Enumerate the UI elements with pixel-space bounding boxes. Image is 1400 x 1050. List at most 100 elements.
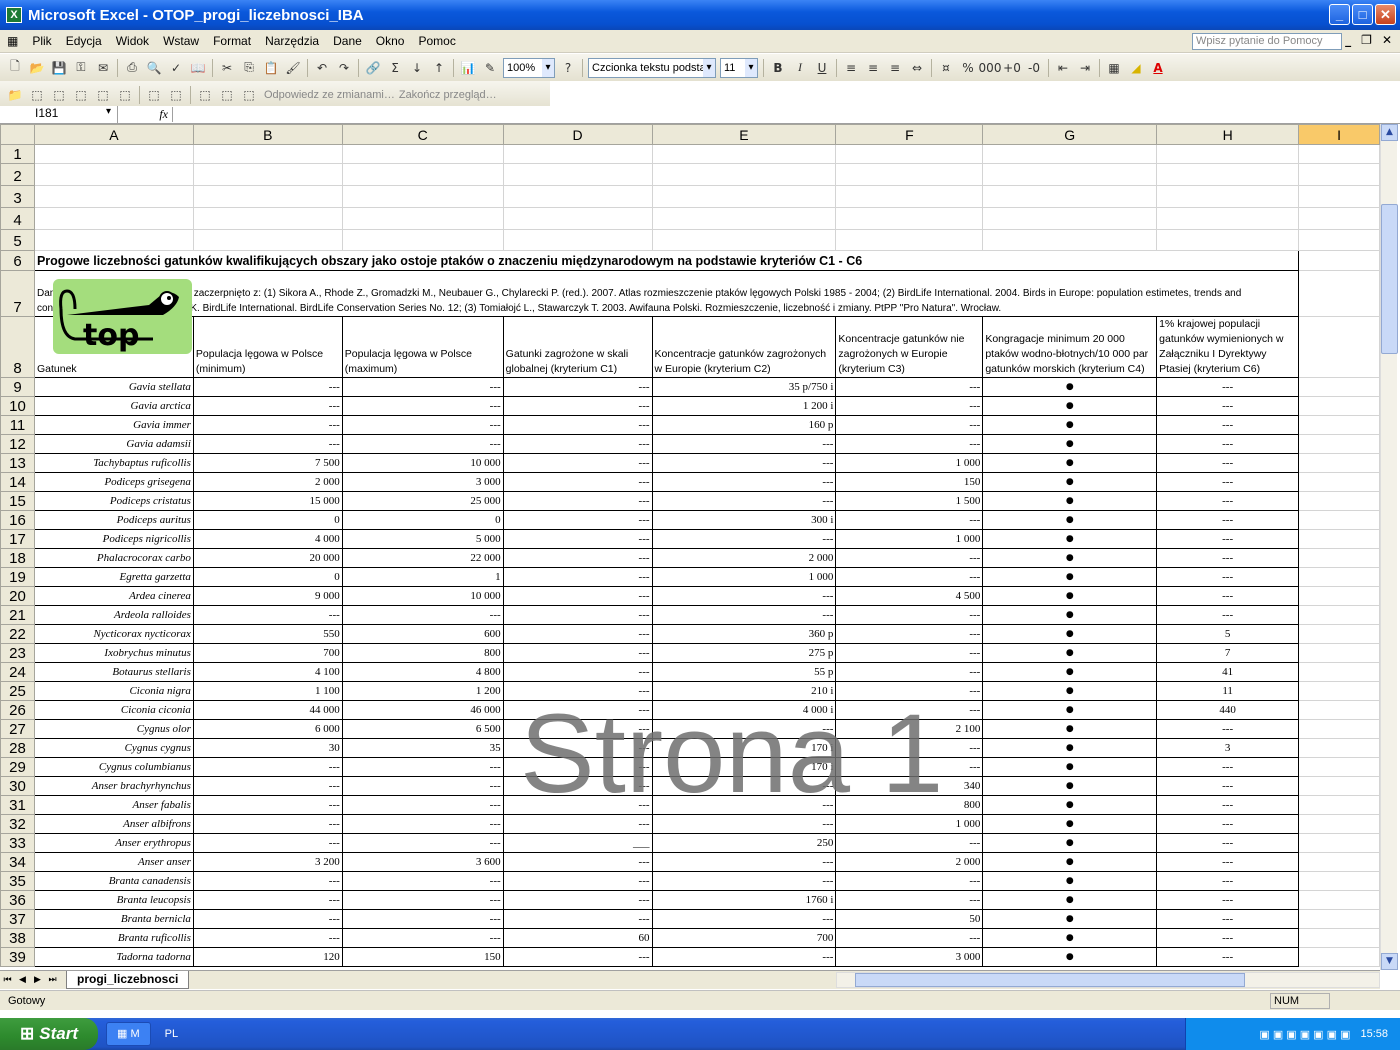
table-cell[interactable]: --- bbox=[652, 871, 837, 891]
table-cell[interactable]: 25 000 bbox=[342, 491, 504, 511]
prev-sheet-icon[interactable]: ◀ bbox=[15, 975, 30, 985]
table-cell[interactable]: --- bbox=[1156, 453, 1300, 473]
increase-indent-icon[interactable]: ⇥ bbox=[1074, 57, 1096, 79]
table-cell[interactable]: ● bbox=[982, 567, 1158, 587]
table-cell[interactable]: Phalacrocorax carbo bbox=[34, 548, 194, 568]
table-cell[interactable]: 1 000 bbox=[652, 567, 837, 587]
table-cell[interactable]: Cygnus columbianus bbox=[34, 757, 194, 777]
table-cell[interactable]: --- bbox=[342, 415, 504, 435]
table-cell[interactable]: Ardeola ralloides bbox=[34, 605, 194, 625]
table-cell[interactable]: ___ bbox=[503, 833, 653, 853]
table-cell[interactable] bbox=[1298, 624, 1380, 644]
row-header[interactable]: 19 bbox=[0, 567, 35, 587]
autosum-icon[interactable]: Σ bbox=[384, 57, 406, 79]
menu-format[interactable]: Format bbox=[206, 34, 258, 48]
worksheet-grid[interactable]: A B C D E F G H I 1 2 3 4 5 6 Progowe lic… bbox=[0, 124, 1380, 970]
research-icon[interactable]: 📖 bbox=[187, 57, 209, 79]
table-cell[interactable]: 440 bbox=[1156, 700, 1300, 720]
table-cell[interactable]: 3 000 bbox=[342, 472, 504, 492]
row-header[interactable]: 39 bbox=[0, 947, 35, 967]
email-icon[interactable]: ✉ bbox=[92, 57, 114, 79]
table-cell[interactable]: --- bbox=[1156, 947, 1300, 967]
table-cell[interactable]: --- bbox=[503, 396, 653, 416]
table-cell[interactable]: --- bbox=[835, 510, 984, 530]
table-cell[interactable]: --- bbox=[1156, 548, 1300, 568]
table-cell[interactable]: --- bbox=[835, 377, 984, 397]
table-cell[interactable]: --- bbox=[835, 928, 984, 948]
row-header[interactable]: 35 bbox=[0, 871, 35, 891]
underline-icon[interactable]: U bbox=[811, 57, 833, 79]
table-cell[interactable] bbox=[1298, 377, 1380, 397]
row-header[interactable]: 31 bbox=[0, 795, 35, 815]
vertical-scrollbar[interactable]: ▲ ▼ bbox=[1380, 124, 1398, 970]
format-painter-icon[interactable]: 🖌 bbox=[282, 57, 304, 79]
table-cell[interactable]: --- bbox=[835, 605, 984, 625]
table-cell[interactable]: --- bbox=[342, 928, 504, 948]
table-cell[interactable]: 22 000 bbox=[342, 548, 504, 568]
table-cell[interactable]: 4 000 bbox=[193, 529, 343, 549]
horizontal-scroll-thumb[interactable] bbox=[855, 973, 1245, 987]
table-cell[interactable]: --- bbox=[1156, 719, 1300, 739]
table-cell[interactable]: --- bbox=[1156, 510, 1300, 530]
table-cell[interactable]: --- bbox=[503, 377, 653, 397]
table-cell[interactable]: ● bbox=[982, 643, 1158, 663]
table-cell[interactable]: 50 bbox=[835, 909, 984, 929]
doc-close-button[interactable]: ✕ bbox=[1382, 33, 1392, 47]
help-icon[interactable]: ? bbox=[557, 57, 579, 79]
table-cell[interactable]: --- bbox=[1156, 605, 1300, 625]
row-header[interactable]: 24 bbox=[0, 662, 35, 682]
table-cell[interactable]: 4 500 bbox=[835, 586, 984, 606]
table-cell[interactable]: --- bbox=[1156, 795, 1300, 815]
row-header[interactable]: 12 bbox=[0, 434, 35, 454]
column-header[interactable]: A bbox=[33, 124, 194, 145]
row-header[interactable]: 11 bbox=[0, 415, 35, 435]
header-c2[interactable]: Koncentracje gatunków zagrożonych w Euro… bbox=[652, 316, 837, 378]
table-cell[interactable]: ● bbox=[982, 586, 1158, 606]
table-cell[interactable]: --- bbox=[835, 548, 984, 568]
table-cell[interactable] bbox=[1298, 586, 1380, 606]
table-cell[interactable] bbox=[1298, 814, 1380, 834]
table-cell[interactable]: Gavia stellata bbox=[34, 377, 194, 397]
table-cell[interactable]: --- bbox=[835, 662, 984, 682]
borders-icon[interactable]: ▦ bbox=[1103, 57, 1125, 79]
table-cell[interactable]: Anser brachyrhynchus bbox=[34, 776, 194, 796]
table-cell[interactable]: ● bbox=[982, 776, 1158, 796]
table-cell[interactable]: --- bbox=[503, 605, 653, 625]
table-cell[interactable]: Branta canadensis bbox=[34, 871, 194, 891]
row-header[interactable]: 5 bbox=[0, 229, 35, 251]
table-cell[interactable]: ● bbox=[982, 453, 1158, 473]
row-header[interactable]: 25 bbox=[0, 681, 35, 701]
table-cell[interactable]: ● bbox=[982, 434, 1158, 454]
table-cell[interactable]: --- bbox=[503, 453, 653, 473]
table-cell[interactable]: --- bbox=[342, 377, 504, 397]
table-cell[interactable]: ● bbox=[982, 738, 1158, 758]
table-cell[interactable]: 800 bbox=[342, 643, 504, 663]
table-cell[interactable]: --- bbox=[1156, 890, 1300, 910]
zoom-select[interactable]: 100% bbox=[503, 57, 555, 78]
table-cell[interactable]: 120 bbox=[193, 947, 343, 967]
help-search-input[interactable]: Wpisz pytanie do Pomocy bbox=[1192, 33, 1342, 50]
table-cell[interactable]: --- bbox=[342, 890, 504, 910]
table-cell[interactable]: Tachybaptus ruficollis bbox=[34, 453, 194, 473]
table-cell[interactable]: --- bbox=[1156, 757, 1300, 777]
table-cell[interactable]: --- bbox=[1156, 871, 1300, 891]
table-cell[interactable]: --- bbox=[342, 795, 504, 815]
table-cell[interactable]: --- bbox=[835, 434, 984, 454]
font-size-select[interactable]: 11 bbox=[720, 57, 758, 78]
table-cell[interactable]: 2 000 bbox=[193, 472, 343, 492]
table-cell[interactable]: 0 bbox=[193, 567, 343, 587]
table-cell[interactable]: --- bbox=[342, 757, 504, 777]
row-header[interactable]: 13 bbox=[0, 453, 35, 473]
table-cell[interactable]: ● bbox=[982, 396, 1158, 416]
table-cell[interactable]: ● bbox=[982, 510, 1158, 530]
table-cell[interactable]: Ardea cinerea bbox=[34, 586, 194, 606]
table-cell[interactable]: --- bbox=[193, 890, 343, 910]
table-cell[interactable]: Branta bernicla bbox=[34, 909, 194, 929]
menu-wstaw[interactable]: Wstaw bbox=[156, 34, 206, 48]
table-cell[interactable] bbox=[1298, 909, 1380, 929]
table-cell[interactable]: --- bbox=[503, 548, 653, 568]
table-cell[interactable]: Anser fabalis bbox=[34, 795, 194, 815]
table-cell[interactable]: 250 bbox=[652, 833, 837, 853]
table-cell[interactable]: --- bbox=[503, 510, 653, 530]
table-cell[interactable]: Egretta garzetta bbox=[34, 567, 194, 587]
